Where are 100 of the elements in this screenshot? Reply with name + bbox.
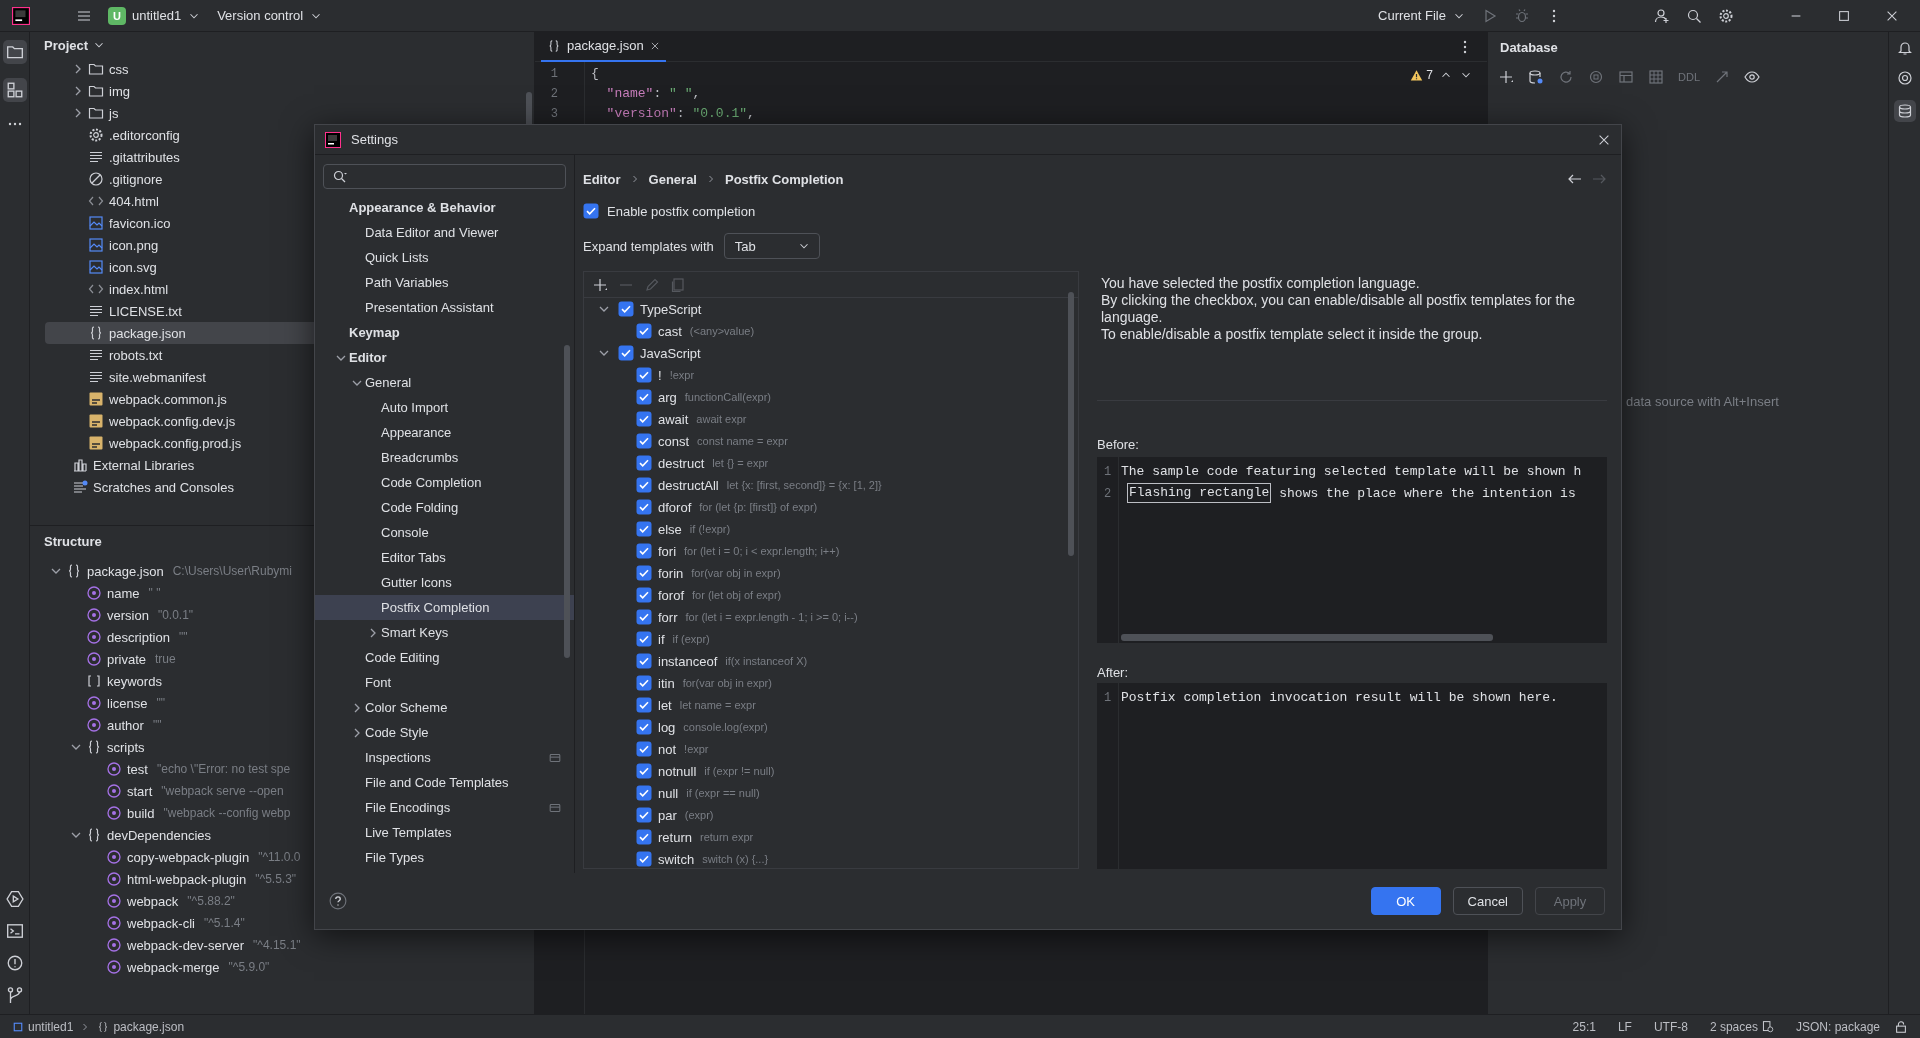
nav-item[interactable]: Postfix Completion xyxy=(315,595,574,620)
ok-button[interactable]: OK xyxy=(1370,887,1441,915)
folder-icon[interactable] xyxy=(5,43,24,61)
search-icon[interactable] xyxy=(1686,7,1702,24)
checkbox[interactable] xyxy=(636,741,652,757)
project-switcher[interactable]: U untitled1 xyxy=(108,6,202,25)
bell-icon[interactable] xyxy=(1896,40,1913,56)
checkbox[interactable] xyxy=(636,477,652,493)
nav-item[interactable]: Code Completion xyxy=(315,470,574,495)
template-item[interactable]: arg functionCall(expr) xyxy=(584,386,1078,408)
nav-item[interactable]: Smart Keys xyxy=(315,620,574,645)
checkbox[interactable] xyxy=(618,345,634,361)
checkbox[interactable] xyxy=(583,203,599,219)
breadcrumb-item[interactable]: package.json xyxy=(97,1019,185,1034)
table-icon[interactable] xyxy=(1618,69,1634,85)
scrollbar[interactable] xyxy=(1068,292,1074,556)
template-item[interactable]: destruct let {} = expr xyxy=(584,452,1078,474)
template-item[interactable]: switch switch (x) {...} xyxy=(584,848,1078,868)
status-item[interactable]: UTF-8 xyxy=(1645,1019,1696,1034)
template-item[interactable]: if if (expr) xyxy=(584,628,1078,650)
template-item[interactable]: notnull if (expr != null) xyxy=(584,760,1078,782)
nav-item[interactable]: General xyxy=(315,370,574,395)
template-item[interactable]: const const name = expr xyxy=(584,430,1078,452)
nav-item[interactable]: Console xyxy=(315,520,574,545)
checkbox[interactable] xyxy=(636,807,652,823)
tree-item[interactable]: html-webpack-plugin "^5.5.3" xyxy=(30,868,534,890)
template-item[interactable]: null if (expr == null) xyxy=(584,782,1078,804)
nav-item[interactable]: Quick Lists xyxy=(315,245,574,270)
checkbox[interactable] xyxy=(636,543,652,559)
arrows-icon[interactable] xyxy=(1714,69,1730,85)
tree-item[interactable]: webpack "^5.88.2" xyxy=(30,890,534,912)
editor-tab[interactable]: package.json xyxy=(541,31,666,62)
tree-item[interactable]: webpack-cli "^5.1.4" xyxy=(30,912,534,934)
warning-count[interactable]: 7 xyxy=(1410,68,1433,82)
scrollbar[interactable] xyxy=(1121,634,1493,641)
template-item[interactable]: return return expr xyxy=(584,826,1078,848)
spiral-icon[interactable] xyxy=(1896,70,1913,86)
vcs-dropdown[interactable]: Version control xyxy=(217,8,324,23)
nav-item[interactable]: Code Style xyxy=(315,720,574,745)
template-group[interactable]: JavaScript xyxy=(584,342,1078,364)
scrollbar[interactable] xyxy=(564,345,570,658)
nav-item[interactable]: Live Templates xyxy=(315,820,574,845)
template-item[interactable]: instanceof if(x instanceof X) xyxy=(584,650,1078,672)
checkbox[interactable] xyxy=(636,631,652,647)
structure-icon[interactable] xyxy=(5,81,24,99)
checkbox[interactable] xyxy=(636,499,652,515)
template-item[interactable]: else if (!expr) xyxy=(584,518,1078,540)
template-item[interactable]: forin for(var obj in expr) xyxy=(584,562,1078,584)
tree-item[interactable]: js xyxy=(30,102,534,124)
checkbox[interactable] xyxy=(636,719,652,735)
template-item[interactable]: log console.log(expr) xyxy=(584,716,1078,738)
nav-item[interactable]: Font xyxy=(315,670,574,695)
template-item[interactable]: itin for(var obj in expr) xyxy=(584,672,1078,694)
plus-icon[interactable] xyxy=(592,276,608,293)
status-item[interactable]: LF xyxy=(1609,1019,1640,1034)
checkbox[interactable] xyxy=(636,389,652,405)
template-item[interactable]: dforof for (let {p: [first]} of expr) xyxy=(584,496,1078,518)
nav-item[interactable]: File Types xyxy=(315,845,574,870)
nav-item[interactable]: Editor xyxy=(315,345,574,370)
tree-item[interactable]: webpack-dev-server "^4.15.1" xyxy=(30,934,534,956)
checkbox[interactable] xyxy=(636,565,652,581)
checkbox[interactable] xyxy=(636,521,652,537)
close-icon[interactable] xyxy=(649,40,660,51)
checkbox[interactable] xyxy=(636,433,652,449)
run-icon[interactable] xyxy=(5,890,24,908)
nav-item[interactable]: Gutter Icons xyxy=(315,570,574,595)
status-item[interactable]: JSON: package xyxy=(1787,1019,1888,1034)
template-item[interactable]: fori for (let i = 0; i < expr.length; i++) xyxy=(584,540,1078,562)
branch-icon[interactable] xyxy=(5,986,24,1004)
dropdown[interactable]: Tab xyxy=(723,233,820,259)
nav-item[interactable]: Data Editor and Viewer xyxy=(315,220,574,245)
breadcrumb-item[interactable]: untitled1 xyxy=(12,1019,74,1034)
nav-item[interactable]: File Encodings xyxy=(315,795,574,820)
template-item[interactable]: forof for (let obj of expr) xyxy=(584,584,1078,606)
checkbox[interactable] xyxy=(636,323,652,339)
help-icon[interactable] xyxy=(329,892,347,910)
eye-icon[interactable] xyxy=(1744,69,1760,85)
checkbox[interactable] xyxy=(636,411,652,427)
nav-item[interactable]: Code Editing xyxy=(315,645,574,670)
checkbox[interactable] xyxy=(636,763,652,779)
nav-item[interactable]: Breadcrumbs xyxy=(315,445,574,470)
lock-icon[interactable] xyxy=(1894,1019,1908,1034)
checkbox[interactable] xyxy=(636,609,652,625)
plus-icon[interactable] xyxy=(1498,69,1514,85)
template-item[interactable]: par (expr) xyxy=(584,804,1078,826)
checkbox[interactable] xyxy=(636,455,652,471)
search-field[interactable] xyxy=(323,164,566,189)
nav-item[interactable]: Code Folding xyxy=(315,495,574,520)
bug-icon[interactable] xyxy=(1514,7,1530,24)
maximize-icon[interactable] xyxy=(1837,8,1851,23)
status-item[interactable]: 2 spaces xyxy=(1701,1019,1782,1034)
checkbox[interactable] xyxy=(636,829,652,845)
tree-item[interactable]: .gitignore xyxy=(30,168,534,190)
database-settings-icon[interactable] xyxy=(1528,69,1544,85)
checkbox[interactable] xyxy=(618,301,634,317)
user-icon[interactable] xyxy=(1654,7,1670,24)
database-icon[interactable] xyxy=(1896,103,1913,119)
checkbox[interactable] xyxy=(636,675,652,691)
tree-item[interactable]: .gitattributes xyxy=(30,146,534,168)
nav-item[interactable]: Color Scheme xyxy=(315,695,574,720)
